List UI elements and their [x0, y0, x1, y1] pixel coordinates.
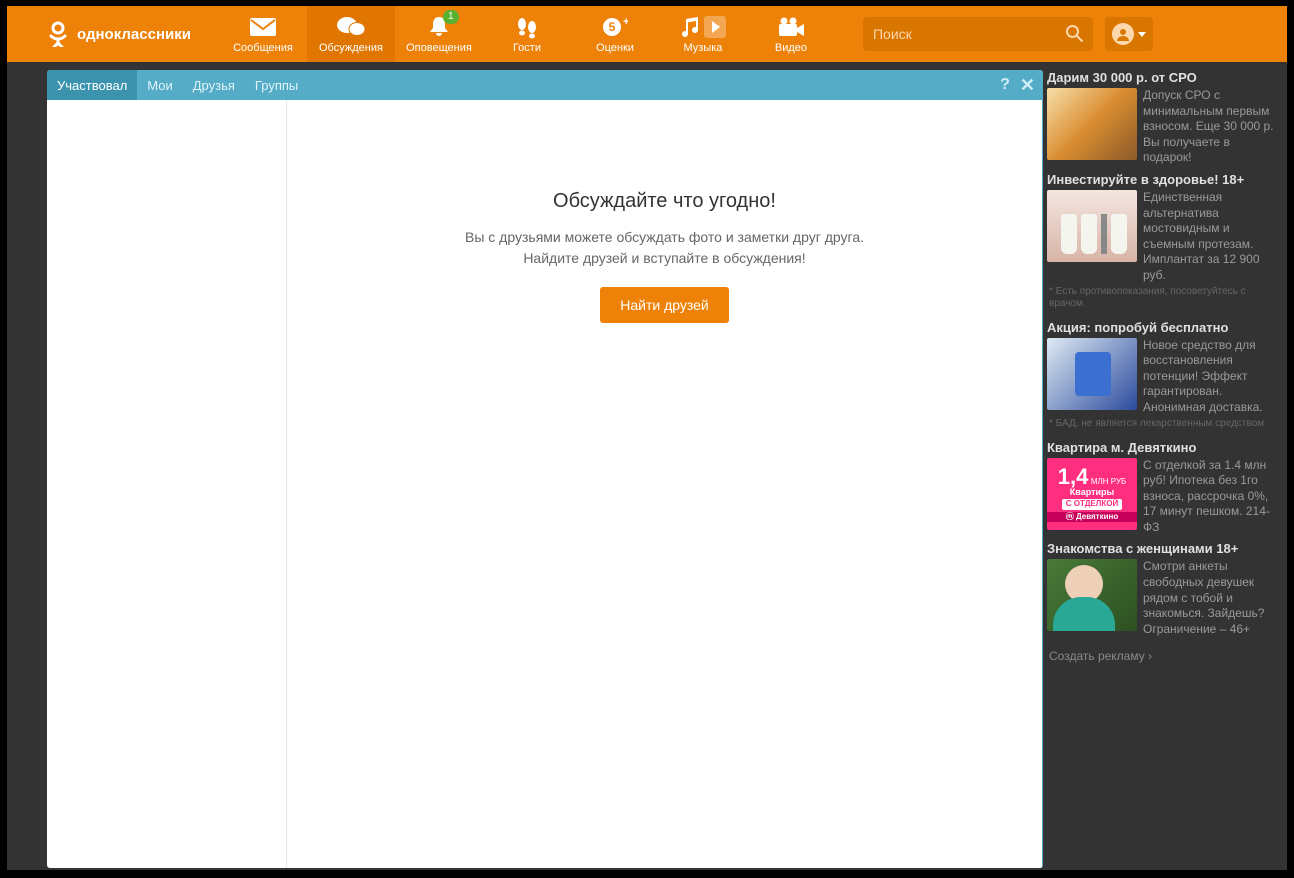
panel-main-column: Обсуждайте что угодно! Вы с друзьями мож… [287, 100, 1043, 868]
ok-logo-icon [47, 21, 69, 47]
nav-music[interactable]: Музыка [659, 6, 747, 62]
nav-guests[interactable]: Гости [483, 6, 571, 62]
ad-image: 1,4 МЛН РУБ Квартиры С ОТДЕЛКОЙ ⓜ Девятк… [1047, 458, 1137, 530]
fiveplus-icon: 5+ [571, 12, 659, 42]
ad-block[interactable]: Дарим 30 000 р. от СРО Допуск СРО с мини… [1047, 70, 1283, 166]
svg-text:+: + [623, 16, 628, 28]
ad-title: Инвестируйте в здоровье! 18+ [1047, 172, 1279, 187]
ad-text: Единственная альтернатива мостовидным и … [1143, 190, 1279, 284]
ad-text: Допуск СРО с минимальным первым взносом.… [1143, 88, 1279, 166]
chat-icon [307, 12, 395, 42]
close-icon[interactable]: ✕ [1020, 75, 1035, 96]
tab-my[interactable]: Мои [137, 70, 182, 100]
site-name: одноклассники [77, 26, 191, 43]
ad-image [1047, 190, 1137, 262]
ad-block[interactable]: Знакомства с женщинами 18+ Смотри анкеты… [1047, 541, 1283, 637]
avatar-icon [1112, 23, 1134, 45]
nav-items: Сообщения Обсуждения 1 Оповещения [219, 6, 835, 62]
ad-disclaimer: * БАД, не является лекарственным средств… [1047, 416, 1279, 434]
nav-marks[interactable]: 5+ Оценки [571, 6, 659, 62]
tab-friends[interactable]: Друзья [183, 70, 245, 100]
panel-header: Участвовал Мои Друзья Группы ? ✕ [47, 70, 1043, 100]
bell-icon [395, 12, 483, 42]
caret-down-icon [1138, 32, 1146, 37]
music-play-button[interactable] [704, 16, 726, 38]
svg-text:5: 5 [609, 20, 616, 34]
top-navbar: одноклассники Сообщения Обсуждения 1 [7, 6, 1287, 62]
ad-block[interactable]: Квартира м. Девяткино 1,4 МЛН РУБ Кварти… [1047, 440, 1283, 536]
search-input[interactable] [873, 26, 1065, 42]
ad-block[interactable]: Инвестируйте в здоровье! 18+ Единственна… [1047, 172, 1283, 314]
ads-column: Дарим 30 000 р. от СРО Допуск СРО с мини… [1047, 70, 1283, 663]
nav-video[interactable]: Видео [747, 6, 835, 62]
ad-image [1047, 338, 1137, 410]
ad-image [1047, 559, 1137, 631]
footprints-icon [483, 12, 571, 42]
nav-notifications[interactable]: 1 Оповещения [395, 6, 483, 62]
music-icon [659, 12, 747, 42]
tab-participated[interactable]: Участвовал [47, 70, 137, 100]
ad-text: С отделкой за 1.4 млн руб! Ипотека без 1… [1143, 458, 1279, 536]
ad-block[interactable]: Акция: попробуй бесплатно Новое средство… [1047, 320, 1283, 434]
tab-groups[interactable]: Группы [245, 70, 308, 100]
ad-disclaimer: * Есть противопоказания, посоветуйтесь с… [1047, 284, 1279, 314]
ad-text: Новое средство для восстановления потенц… [1143, 338, 1279, 416]
empty-state: Обсуждайте что угодно! Вы с друзьями мож… [465, 190, 864, 323]
nav-messages[interactable]: Сообщения [219, 6, 307, 62]
ad-title: Квартира м. Девяткино [1047, 440, 1279, 455]
help-icon[interactable]: ? [1000, 76, 1010, 94]
site-logo[interactable]: одноклассники [47, 21, 191, 47]
find-friends-button[interactable]: Найти друзей [600, 287, 729, 323]
notifications-badge: 1 [443, 10, 459, 24]
ad-image [1047, 88, 1137, 160]
panel-tabs: Участвовал Мои Друзья Группы [47, 70, 308, 100]
envelope-icon [219, 12, 307, 42]
ad-title: Дарим 30 000 р. от СРО [1047, 70, 1279, 85]
empty-description: Вы с друзьями можете обсуждать фото и за… [465, 227, 864, 269]
discussions-panel: Участвовал Мои Друзья Группы ? ✕ Обсужд [47, 70, 1043, 868]
videocam-icon [747, 12, 835, 42]
search-icon[interactable] [1065, 24, 1083, 45]
panel-left-column [47, 100, 287, 868]
empty-title: Обсуждайте что угодно! [465, 190, 864, 213]
create-ad-link[interactable]: Создать рекламу › [1047, 643, 1283, 663]
ad-title: Знакомства с женщинами 18+ [1047, 541, 1279, 556]
nav-discussions[interactable]: Обсуждения [307, 6, 395, 62]
ad-title: Акция: попробуй бесплатно [1047, 320, 1279, 335]
search-box[interactable] [863, 17, 1093, 51]
user-menu-button[interactable] [1105, 17, 1153, 51]
ad-text: Смотри анкеты свободных девушек рядом с … [1143, 559, 1279, 637]
